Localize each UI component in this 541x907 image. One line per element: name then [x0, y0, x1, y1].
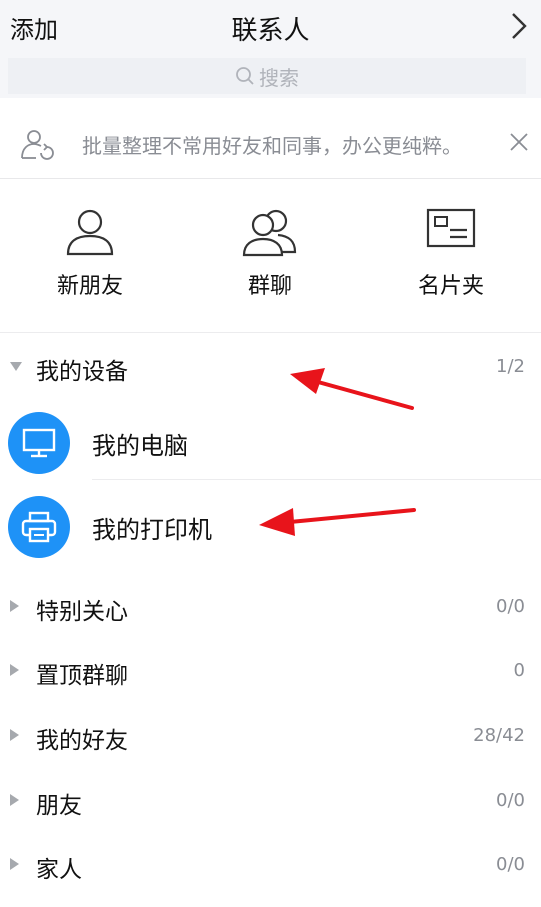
group-name: 家人 [36, 857, 82, 883]
collapsed-triangle-icon [10, 858, 19, 870]
chevron-right-icon[interactable] [511, 12, 527, 40]
new-friends-button[interactable]: 新朋友 [0, 180, 180, 332]
search-area: 搜索 [0, 58, 541, 98]
group-name: 朋友 [36, 793, 82, 819]
group-count: 28/42 [473, 725, 525, 746]
collapsed-triangle-icon [10, 794, 19, 806]
collapsed-triangle-icon [10, 664, 19, 676]
divider [92, 479, 541, 480]
collapsed-triangle-icon [10, 600, 19, 612]
search-placeholder: 搜索 [259, 65, 299, 90]
expanded-triangle-icon [10, 362, 22, 371]
group-name: 置顶群聊 [36, 663, 128, 689]
group-chat-label: 群聊 [247, 274, 292, 299]
top-bar: 添加 联系人 [0, 0, 541, 58]
group-name: 我的好友 [36, 728, 128, 754]
group-count: 0 [513, 660, 525, 681]
group-count: 0/0 [496, 790, 525, 811]
card-holder-button[interactable]: 名片夹 [361, 180, 541, 332]
device-name: 我的打印机 [92, 516, 212, 544]
group-pinned-chats[interactable]: 置顶群聊 0 [0, 638, 541, 702]
tip-banner[interactable]: 批量整理不常用好友和同事，办公更纯粹。 [0, 110, 541, 179]
printer-icon [8, 496, 70, 558]
device-my-printer[interactable]: 我的打印机 [0, 486, 541, 564]
group-name: 我的设备 [36, 359, 128, 385]
close-icon[interactable] [509, 132, 529, 152]
collapsed-triangle-icon [10, 729, 19, 741]
quick-entries: 新朋友 群聊 名片夹 [0, 180, 541, 333]
group-my-devices[interactable]: 我的设备 1/2 [0, 334, 541, 398]
group-icon [242, 209, 297, 257]
search-input[interactable]: 搜索 [8, 58, 526, 94]
group-count: 0/0 [496, 596, 525, 617]
new-friends-label: 新朋友 [56, 274, 123, 299]
group-count: 1/2 [496, 356, 525, 377]
person-sync-icon [21, 130, 54, 160]
group-special-care[interactable]: 特别关心 0/0 [0, 574, 541, 638]
group-friends[interactable]: 朋友 0/0 [0, 768, 541, 832]
search-icon [236, 67, 254, 85]
card-holder-label: 名片夹 [417, 274, 484, 299]
card-icon [426, 208, 476, 248]
page-title: 联系人 [231, 16, 310, 46]
group-family[interactable]: 家人 0/0 [0, 832, 541, 896]
tip-text: 批量整理不常用好友和同事，办公更纯粹。 [82, 134, 462, 158]
device-my-computer[interactable]: 我的电脑 [0, 402, 541, 480]
group-name: 特别关心 [36, 599, 128, 625]
group-count: 0/0 [496, 854, 525, 875]
device-name: 我的电脑 [92, 432, 188, 460]
group-my-friends[interactable]: 我的好友 28/42 [0, 703, 541, 767]
person-icon [66, 209, 114, 256]
monitor-icon [8, 412, 70, 474]
group-chat-button[interactable]: 群聊 [180, 180, 360, 332]
